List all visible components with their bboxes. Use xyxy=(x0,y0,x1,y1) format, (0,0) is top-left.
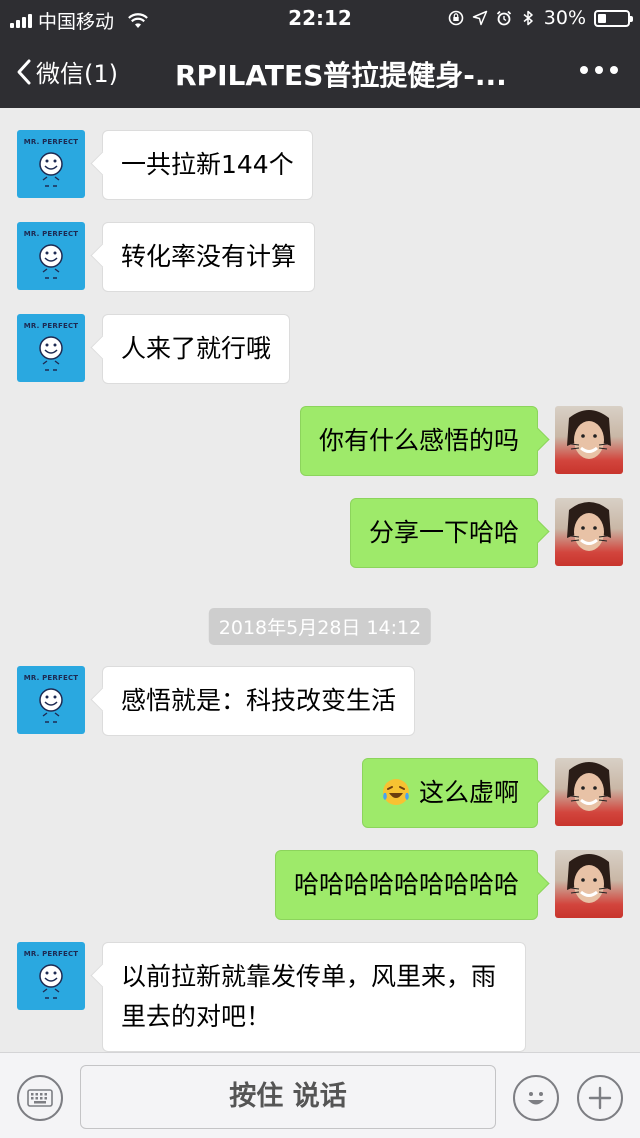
plus-icon[interactable] xyxy=(577,1075,623,1121)
message-bubble-outgoing[interactable]: 你有什么感悟的吗 xyxy=(299,406,538,476)
message-bubble-incoming[interactable]: 以前拉新就靠发传单，风里来，雨里去的对吧！ xyxy=(102,942,526,1052)
chat-history[interactable]: MR. PERFECT 一共拉新144个 MR. PERFECT 转化率没有计算 xyxy=(0,108,640,1052)
message-bubble-outgoing[interactable]: 这么虚啊 xyxy=(361,758,538,828)
message-bubble-incoming[interactable]: 感悟就是：科技改变生活 xyxy=(102,666,416,736)
laughing-crying-emoji-icon xyxy=(382,779,409,805)
input-bar: 按住 说话 xyxy=(0,1052,640,1138)
mr-perfect-icon xyxy=(39,964,63,999)
message-bubble-outgoing[interactable]: 分享一下哈哈 xyxy=(349,498,538,568)
user-photo-icon xyxy=(567,410,611,459)
hold-to-talk-button[interactable]: 按住 说话 xyxy=(80,1065,496,1129)
keyboard-icon[interactable] xyxy=(17,1075,63,1121)
my-avatar[interactable] xyxy=(555,406,623,474)
user-photo-icon xyxy=(567,762,611,811)
chevron-left-icon xyxy=(17,59,31,84)
contact-avatar[interactable]: MR. PERFECT xyxy=(17,666,85,734)
back-label: 微信(1) xyxy=(36,60,118,88)
battery-icon xyxy=(594,9,633,27)
timestamp-label: 2018年5月28日 14:12 xyxy=(208,608,432,645)
my-avatar[interactable] xyxy=(555,758,623,826)
battery-percent: 30% xyxy=(543,7,586,29)
message-bubble-incoming[interactable]: 人来了就行哦 xyxy=(102,314,291,384)
my-avatar[interactable] xyxy=(555,850,623,918)
user-photo-icon xyxy=(567,854,611,903)
contact-avatar[interactable]: MR. PERFECT xyxy=(17,942,85,1010)
my-avatar[interactable] xyxy=(555,498,623,566)
mr-perfect-icon xyxy=(39,152,63,187)
alarm-icon xyxy=(496,10,511,26)
location-icon xyxy=(472,10,488,26)
chat-title: RPILATES普拉提健身-... xyxy=(175,59,507,92)
screen-lock-icon xyxy=(448,10,464,26)
mr-perfect-icon xyxy=(39,688,63,723)
contact-avatar[interactable]: MR. PERFECT xyxy=(17,314,85,382)
more-icon[interactable] xyxy=(580,66,618,74)
message-bubble-incoming[interactable]: 一共拉新144个 xyxy=(102,130,313,200)
message-text: 这么虚啊 xyxy=(418,778,519,807)
mr-perfect-icon xyxy=(39,336,63,371)
mr-perfect-icon xyxy=(39,244,63,279)
user-photo-icon xyxy=(567,502,611,551)
contact-avatar[interactable]: MR. PERFECT xyxy=(17,130,85,198)
status-bar: 中国移动 22:12 30% xyxy=(0,0,640,36)
emoji-icon[interactable] xyxy=(513,1075,559,1121)
message-bubble-outgoing[interactable]: 哈哈哈哈哈哈哈哈哈 xyxy=(274,850,538,920)
bluetooth-icon xyxy=(523,10,533,26)
message-bubble-incoming[interactable]: 转化率没有计算 xyxy=(102,222,316,292)
navigation-bar: 微信(1) RPILATES普拉提健身-... xyxy=(0,36,640,108)
contact-avatar[interactable]: MR. PERFECT xyxy=(17,222,85,290)
back-button[interactable]: 微信(1) xyxy=(16,54,118,89)
